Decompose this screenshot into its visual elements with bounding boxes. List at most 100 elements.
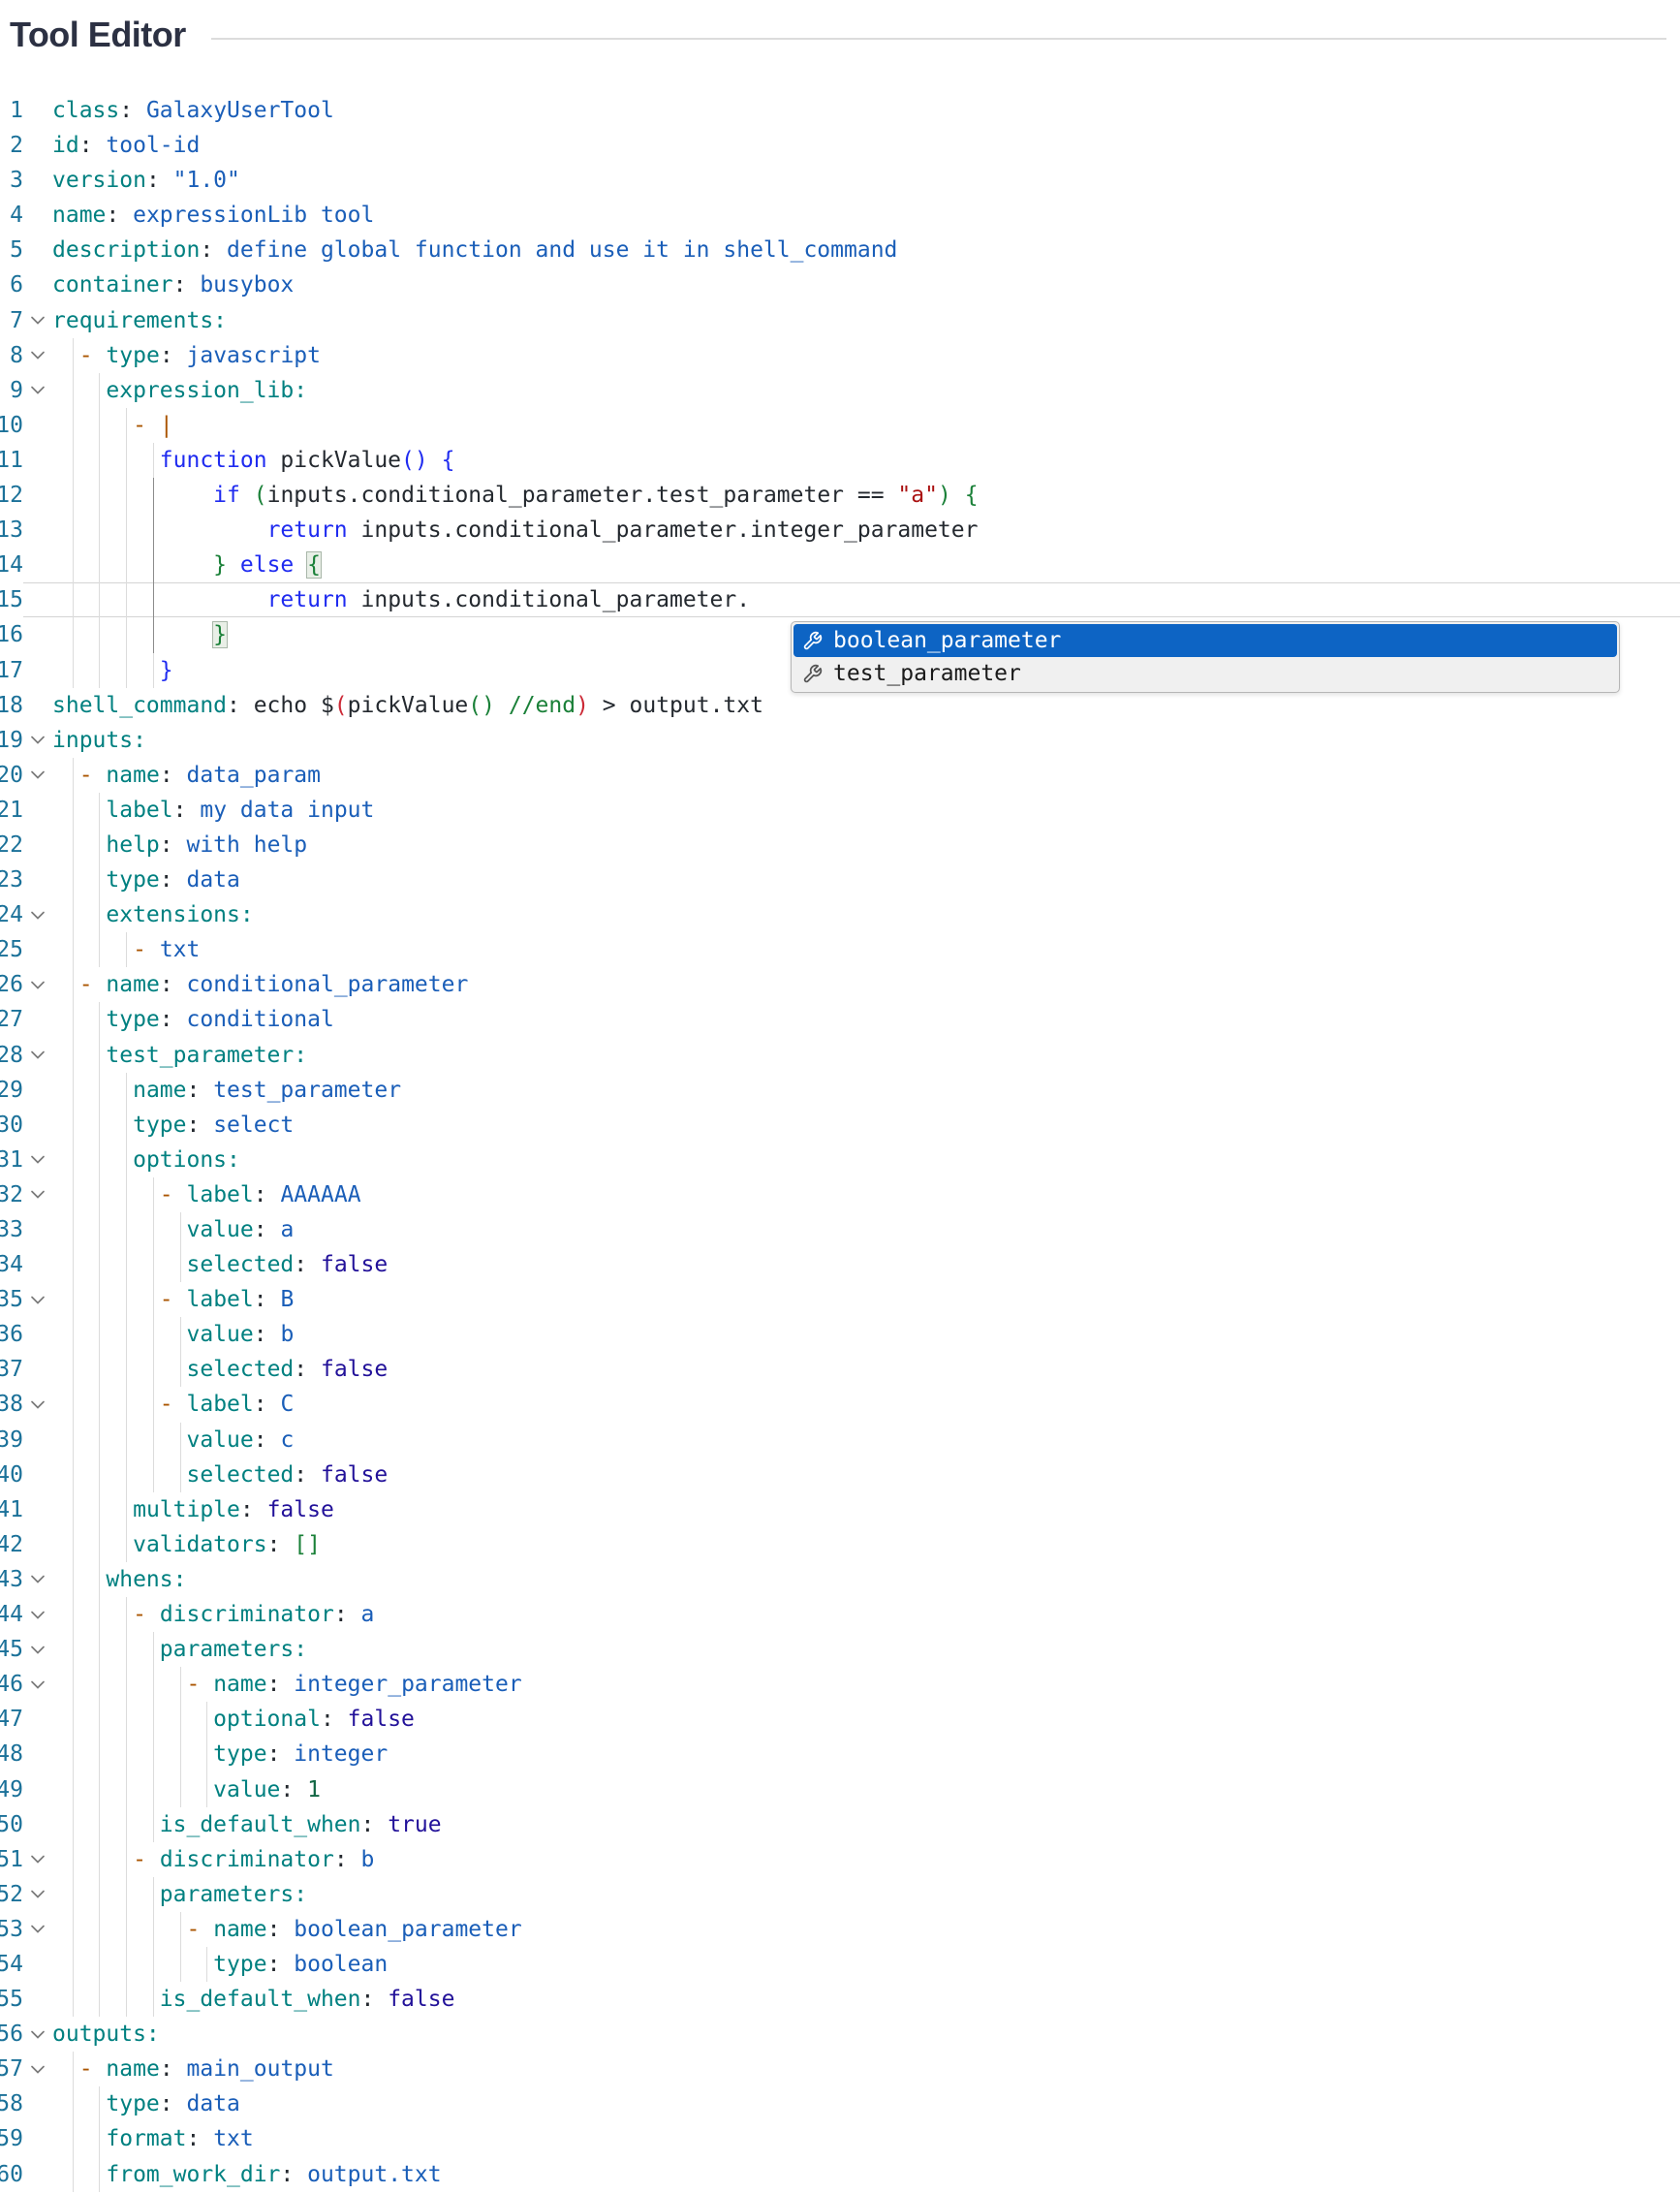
code-text[interactable]: format: txt — [52, 2121, 1680, 2156]
code-line[interactable]: 9 expression_lib: — [0, 373, 1680, 408]
code-text[interactable]: is_default_when: false — [52, 1982, 1680, 2017]
code-text[interactable]: type: integer — [52, 1737, 1680, 1771]
fold-toggle[interactable] — [23, 1282, 52, 1317]
code-text[interactable]: type: conditional — [52, 1002, 1680, 1037]
code-line[interactable]: 24 extensions: — [0, 897, 1680, 932]
code-text[interactable]: validators: [] — [52, 1527, 1680, 1562]
code-line[interactable]: 15 return inputs.conditional_parameter. — [0, 582, 1680, 617]
code-text[interactable]: - name: data_param — [52, 758, 1680, 793]
code-text[interactable]: version: "1.0" — [52, 163, 1680, 198]
code-line[interactable]: 60 from_work_dir: output.txt — [0, 2157, 1680, 2192]
code-text[interactable]: return inputs.conditional_parameter.inte… — [52, 513, 1680, 548]
completion-item[interactable]: boolean_parameter — [793, 624, 1617, 657]
code-text[interactable]: value: c — [52, 1423, 1680, 1457]
code-line[interactable]: 44 - discriminator: a — [0, 1597, 1680, 1632]
fold-toggle[interactable] — [23, 1667, 52, 1702]
code-line[interactable]: 26 - name: conditional_parameter — [0, 967, 1680, 1002]
code-line[interactable]: 36 value: b — [0, 1317, 1680, 1352]
code-text[interactable]: - name: boolean_parameter — [52, 1912, 1680, 1947]
code-text[interactable]: type: data — [52, 2086, 1680, 2121]
code-text[interactable]: type: select — [52, 1108, 1680, 1143]
fold-toggle[interactable] — [23, 758, 52, 793]
code-line[interactable]: 21 label: my data input — [0, 793, 1680, 828]
code-line[interactable]: 55 is_default_when: false — [0, 1982, 1680, 2017]
code-line[interactable]: 37 selected: false — [0, 1352, 1680, 1387]
code-text[interactable]: inputs: — [52, 723, 1680, 758]
code-line[interactable]: 30 type: select — [0, 1108, 1680, 1143]
code-line[interactable]: 4name: expressionLib tool — [0, 198, 1680, 233]
code-line[interactable]: 48 type: integer — [0, 1737, 1680, 1771]
code-text[interactable]: selected: false — [52, 1247, 1680, 1282]
fold-toggle[interactable] — [23, 373, 52, 408]
code-line[interactable]: 19inputs: — [0, 723, 1680, 758]
code-text[interactable]: from_work_dir: output.txt — [52, 2157, 1680, 2192]
fold-toggle[interactable] — [23, 967, 52, 1002]
code-line[interactable]: 12 if (inputs.conditional_parameter.test… — [0, 478, 1680, 513]
code-text[interactable]: - txt — [52, 932, 1680, 967]
code-text[interactable]: - name: integer_parameter — [52, 1667, 1680, 1702]
code-line[interactable]: 40 selected: false — [0, 1457, 1680, 1492]
code-text[interactable]: multiple: false — [52, 1492, 1680, 1527]
code-text[interactable]: class: GalaxyUserTool — [52, 93, 1680, 128]
code-line[interactable]: 59 format: txt — [0, 2121, 1680, 2156]
code-line[interactable]: 35 - label: B — [0, 1282, 1680, 1317]
code-text[interactable]: label: my data input — [52, 793, 1680, 828]
code-line[interactable]: 3version: "1.0" — [0, 163, 1680, 198]
completion-item[interactable]: test_parameter — [793, 657, 1617, 690]
code-line[interactable]: 45 parameters: — [0, 1632, 1680, 1667]
code-text[interactable]: value: b — [52, 1317, 1680, 1352]
code-text[interactable]: if (inputs.conditional_parameter.test_pa… — [52, 478, 1680, 513]
fold-toggle[interactable] — [23, 723, 52, 758]
code-line[interactable]: 41 multiple: false — [0, 1492, 1680, 1527]
code-line[interactable]: 14 } else { — [0, 548, 1680, 582]
code-line[interactable]: 42 validators: [] — [0, 1527, 1680, 1562]
fold-toggle[interactable] — [23, 1562, 52, 1597]
code-editor[interactable]: 1class: GalaxyUserTool2id: tool-id3versi… — [0, 93, 1680, 2192]
code-text[interactable]: - name: conditional_parameter — [52, 967, 1680, 1002]
code-text[interactable]: function pickValue() { — [52, 443, 1680, 478]
fold-toggle[interactable] — [23, 1912, 52, 1947]
code-text[interactable]: - discriminator: a — [52, 1597, 1680, 1632]
code-text[interactable]: shell_command: echo $(pickValue() //end)… — [52, 688, 1680, 723]
code-text[interactable]: - label: C — [52, 1387, 1680, 1422]
fold-toggle[interactable] — [23, 303, 52, 338]
fold-toggle[interactable] — [23, 1038, 52, 1073]
code-text[interactable]: - discriminator: b — [52, 1842, 1680, 1877]
code-line[interactable]: 54 type: boolean — [0, 1947, 1680, 1982]
code-text[interactable]: optional: false — [52, 1702, 1680, 1737]
code-text[interactable]: type: data — [52, 862, 1680, 897]
code-line[interactable]: 28 test_parameter: — [0, 1038, 1680, 1073]
code-text[interactable]: selected: false — [52, 1457, 1680, 1492]
code-text[interactable]: test_parameter: — [52, 1038, 1680, 1073]
code-text[interactable]: - | — [52, 408, 1680, 443]
code-line[interactable]: 25 - txt — [0, 932, 1680, 967]
code-text[interactable]: outputs: — [52, 2017, 1680, 2052]
code-line[interactable]: 47 optional: false — [0, 1702, 1680, 1737]
fold-toggle[interactable] — [23, 1177, 52, 1212]
code-line[interactable]: 20 - name: data_param — [0, 758, 1680, 793]
code-line[interactable]: 38 - label: C — [0, 1387, 1680, 1422]
code-text[interactable]: - label: AAAAAA — [52, 1177, 1680, 1212]
autocomplete-popup[interactable]: boolean_parametertest_parameter — [791, 621, 1620, 693]
code-line[interactable]: 27 type: conditional — [0, 1002, 1680, 1037]
code-line[interactable]: 22 help: with help — [0, 828, 1680, 862]
fold-toggle[interactable] — [23, 338, 52, 373]
code-text[interactable]: selected: false — [52, 1352, 1680, 1387]
code-text[interactable]: parameters: — [52, 1632, 1680, 1667]
code-line[interactable]: 8 - type: javascript — [0, 338, 1680, 373]
code-text[interactable]: id: tool-id — [52, 128, 1680, 163]
fold-toggle[interactable] — [23, 2017, 52, 2052]
fold-toggle[interactable] — [23, 897, 52, 932]
code-line[interactable]: 32 - label: AAAAAA — [0, 1177, 1680, 1212]
code-line[interactable]: 13 return inputs.conditional_parameter.i… — [0, 513, 1680, 548]
code-line[interactable]: 57 - name: main_output — [0, 2052, 1680, 2086]
code-line[interactable]: 23 type: data — [0, 862, 1680, 897]
code-text[interactable]: extensions: — [52, 897, 1680, 932]
code-line[interactable]: 49 value: 1 — [0, 1772, 1680, 1807]
code-line[interactable]: 7requirements: — [0, 303, 1680, 338]
code-text[interactable]: help: with help — [52, 828, 1680, 862]
code-text[interactable]: parameters: — [52, 1877, 1680, 1912]
code-line[interactable]: 1class: GalaxyUserTool — [0, 93, 1680, 128]
code-text[interactable]: container: busybox — [52, 267, 1680, 302]
code-text[interactable]: - type: javascript — [52, 338, 1680, 373]
